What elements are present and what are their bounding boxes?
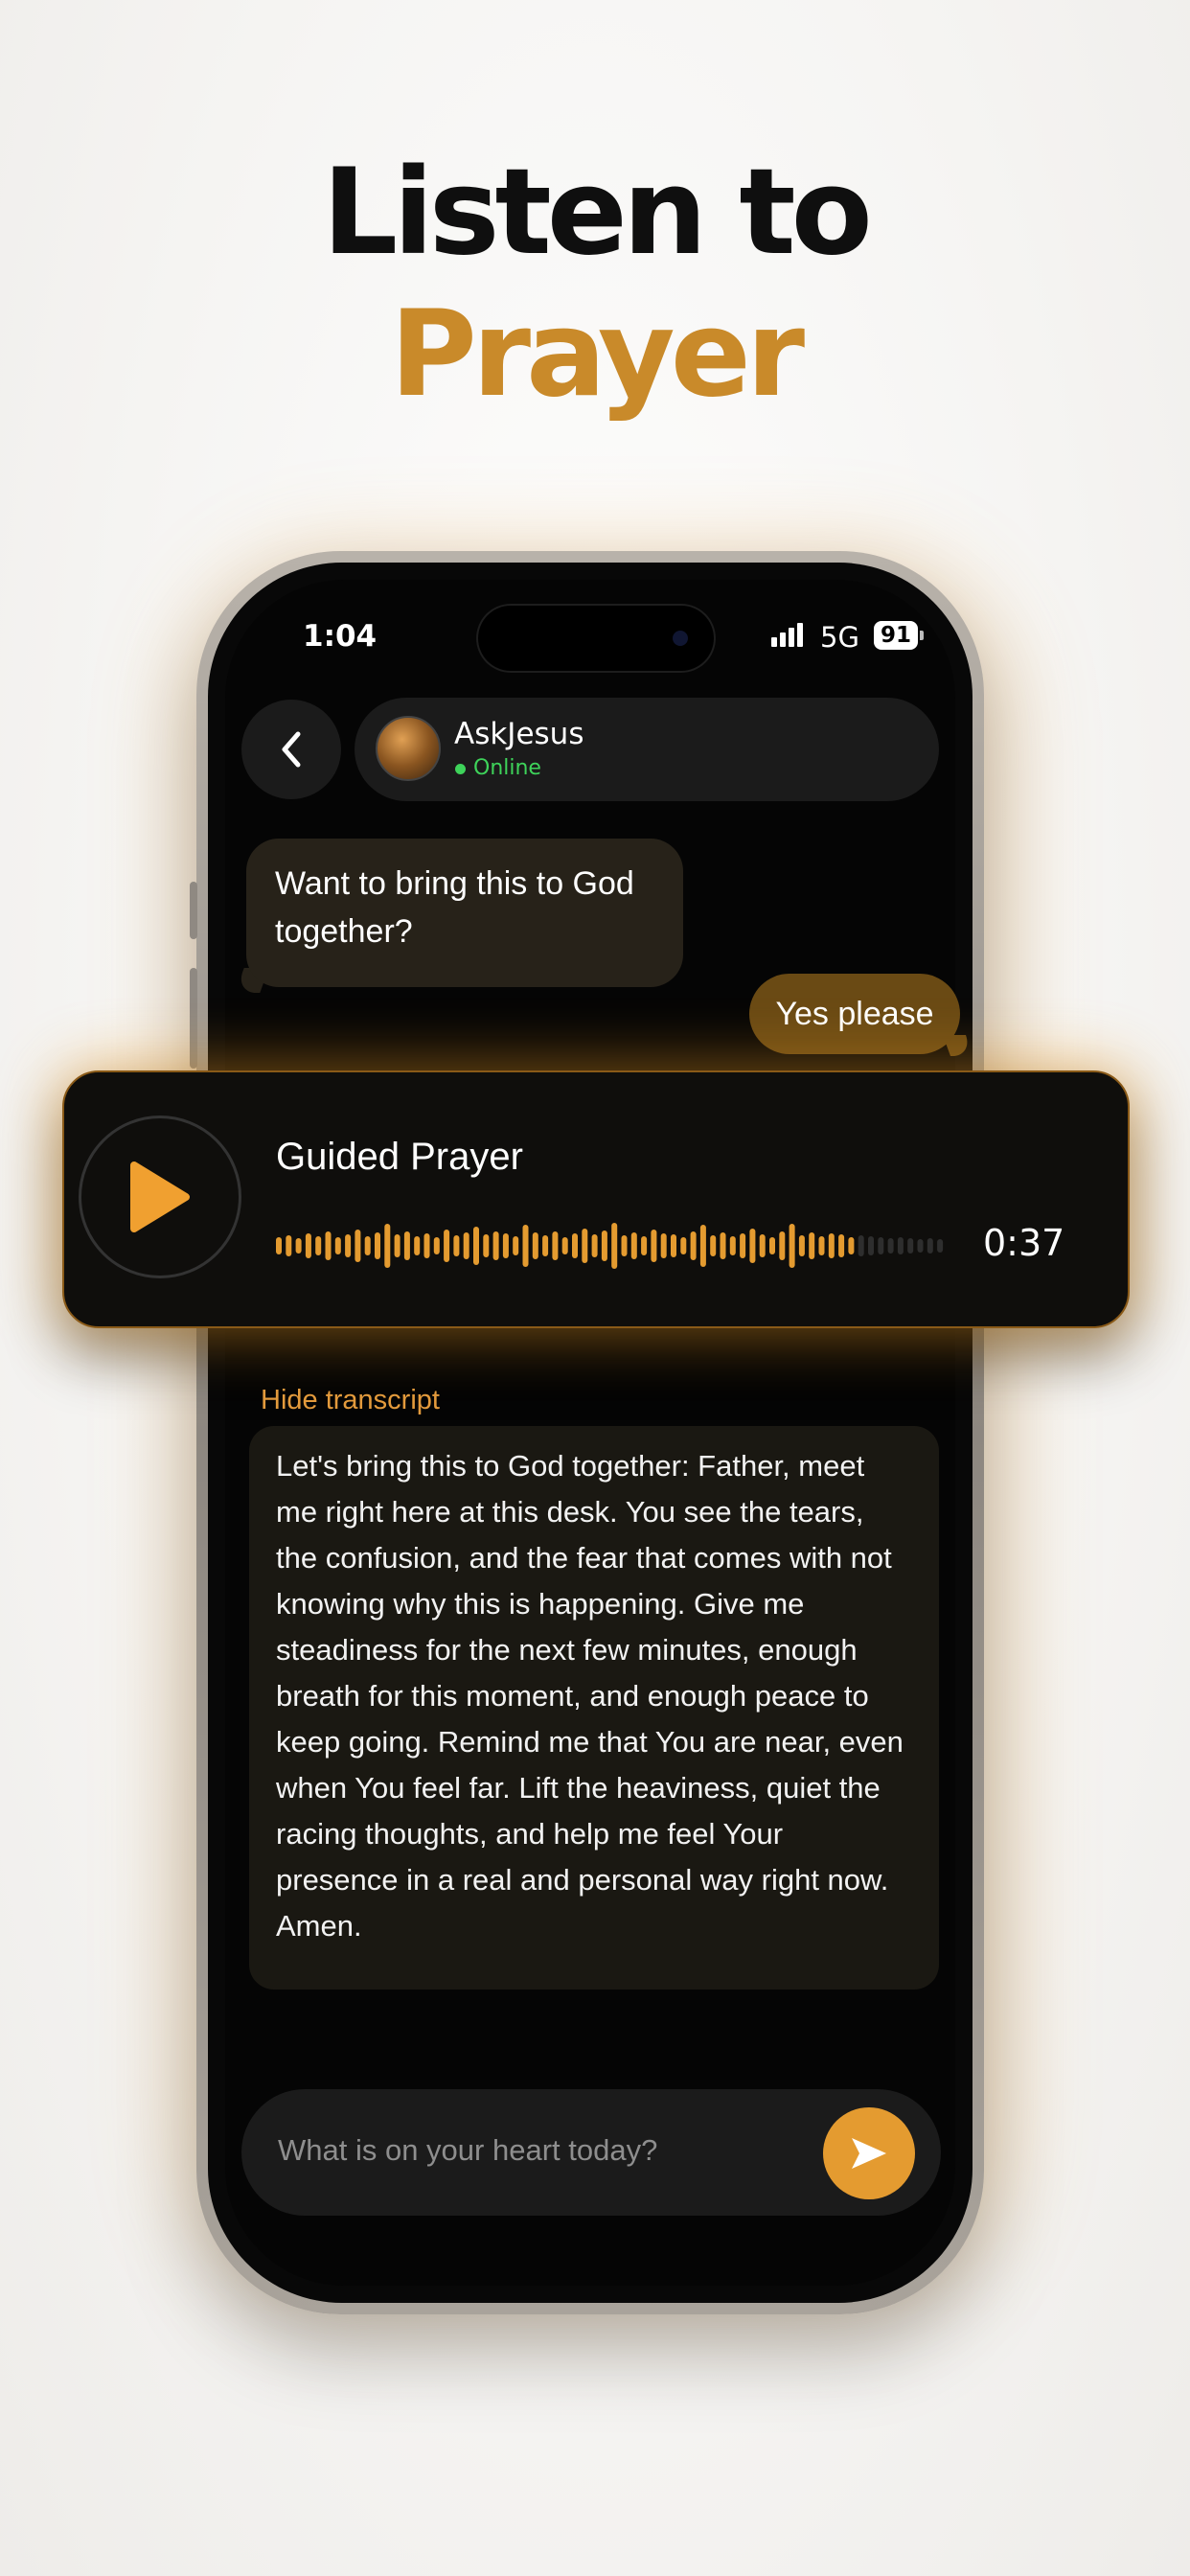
waveform-bar [660, 1233, 667, 1258]
waveform-bar [513, 1236, 519, 1255]
contact-header[interactable] [355, 698, 939, 801]
hide-transcript-link[interactable]: Hide transcript [261, 1385, 440, 1416]
waveform-bar [917, 1239, 924, 1253]
waveform-bar [927, 1238, 933, 1254]
waveform-bar [591, 1234, 598, 1257]
waveform-bar [630, 1232, 637, 1259]
waveform-bar [789, 1224, 795, 1268]
waveform-bar [848, 1237, 855, 1254]
status-time: 1:04 [303, 619, 378, 654]
waveform-bar [710, 1235, 717, 1256]
waveform-bar [364, 1236, 371, 1255]
waveform-bar [433, 1237, 440, 1254]
network-label: 5G [820, 621, 859, 654]
audio-title: Guided Prayer [276, 1136, 523, 1178]
headline-line-2: Prayer [390, 286, 805, 424]
waveform-bar [611, 1223, 618, 1269]
waveform-bar [334, 1237, 341, 1254]
waveform-bar [769, 1237, 775, 1254]
waveform-bar [868, 1236, 874, 1255]
waveform-bar [305, 1233, 311, 1258]
waveform-bar [809, 1232, 815, 1259]
waveform-bar [463, 1232, 469, 1259]
battery-icon: 91 [874, 621, 918, 650]
waveform-bar [295, 1238, 302, 1254]
waveform-bar [375, 1232, 380, 1259]
waveform-bar [937, 1239, 944, 1253]
waveform-bar [325, 1231, 332, 1260]
waveform-bar [651, 1230, 657, 1262]
waveform-bar [345, 1234, 352, 1257]
waveform-bar [779, 1231, 786, 1260]
play-icon [130, 1162, 190, 1232]
transcript-text: Let's bring this to God together: Father… [249, 1426, 939, 1990]
send-button[interactable] [823, 2107, 915, 2199]
waveform-bar [838, 1234, 845, 1257]
waveform-bar [414, 1236, 421, 1255]
waveform-bar [423, 1233, 430, 1258]
audio-waveform[interactable] [276, 1219, 947, 1273]
waveform-bar [601, 1230, 607, 1261]
waveform-bar [315, 1236, 322, 1255]
waveform-bar [286, 1235, 292, 1256]
waveform-bar [828, 1233, 835, 1258]
waveform-bar [572, 1233, 578, 1258]
waveform-bar [492, 1231, 499, 1260]
headline-line-1: Listen to [322, 144, 873, 282]
send-icon [852, 2138, 886, 2169]
chevron-left-icon [282, 731, 301, 768]
waveform-bar [887, 1238, 894, 1254]
waveform-bar [680, 1237, 687, 1254]
waveform-bar [749, 1229, 756, 1263]
volume-up-button [190, 968, 197, 1069]
waveform-bar [394, 1234, 400, 1257]
waveform-bar [561, 1237, 568, 1254]
action-button [190, 882, 197, 939]
waveform-bar [483, 1234, 490, 1257]
waveform-bar [542, 1235, 549, 1256]
waveform-bar [473, 1227, 479, 1265]
waveform-bar [818, 1236, 825, 1255]
waveform-bar [740, 1233, 746, 1258]
waveform-bar [355, 1230, 361, 1262]
waveform-bar [858, 1235, 864, 1256]
waveform-bar [897, 1237, 904, 1254]
message-bubble-bot: Want to bring this to God together? [246, 839, 683, 987]
waveform-bar [384, 1224, 391, 1268]
waveform-bar [699, 1225, 706, 1267]
waveform-bar [690, 1231, 697, 1260]
waveform-bar [532, 1232, 538, 1259]
waveform-bar [403, 1231, 410, 1260]
online-status: Online [473, 756, 541, 780]
waveform-bar [453, 1235, 460, 1256]
waveform-bar [522, 1225, 529, 1267]
waveform-bar [444, 1230, 450, 1262]
waveform-bar [502, 1233, 509, 1258]
waveform-bar [582, 1229, 588, 1263]
waveform-bar [729, 1236, 736, 1255]
waveform-bar [552, 1231, 559, 1260]
avatar [376, 716, 441, 781]
waveform-bar [720, 1232, 726, 1259]
waveform-bar [621, 1235, 628, 1256]
play-button[interactable] [79, 1116, 241, 1278]
message-bubble-user: Yes please [749, 974, 960, 1054]
waveform-bar [798, 1235, 805, 1256]
message-input-placeholder: What is on your heart today? [278, 2133, 658, 2167]
waveform-bar [759, 1234, 766, 1257]
signal-icon [771, 623, 806, 647]
waveform-bar [671, 1234, 676, 1257]
waveform-bar [907, 1238, 914, 1254]
waveform-bar [276, 1237, 282, 1254]
waveform-bar [641, 1236, 648, 1255]
back-button[interactable] [241, 700, 341, 799]
camera-icon [673, 631, 688, 646]
audio-duration: 0:37 [983, 1222, 1065, 1264]
online-status-icon [455, 764, 466, 774]
waveform-bar [878, 1237, 884, 1254]
contact-name: AskJesus [454, 717, 584, 751]
battery-tip [920, 631, 924, 640]
